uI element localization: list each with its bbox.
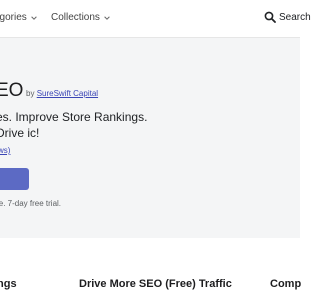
byline-prefix: by bbox=[26, 89, 35, 98]
nav-collections-dropdown[interactable]: Collections bbox=[51, 12, 111, 23]
feature-heading: Drive More SEO (Free) Traffic bbox=[79, 278, 232, 290]
nav-categories-dropdown[interactable]: egories bbox=[0, 12, 38, 23]
search-icon bbox=[264, 11, 276, 23]
app-tagline: es. Improve Store Rankings. Drive ic! bbox=[0, 110, 148, 140]
add-app-button[interactable] bbox=[0, 168, 29, 190]
top-navigation-bar: egories Collections Search bbox=[0, 0, 311, 38]
chevron-down-icon bbox=[31, 15, 37, 20]
developer-byline: by SureSwift Capital bbox=[26, 89, 98, 98]
nav-collections-label: Collections bbox=[51, 12, 100, 23]
chevron-down-icon bbox=[104, 15, 110, 20]
feature-highlights: ings Drive More SEO (Free) Traffic Comp bbox=[0, 238, 302, 300]
app-title: EO bbox=[0, 80, 24, 101]
search-label: Search bbox=[279, 11, 311, 23]
feature-heading: ings bbox=[0, 278, 17, 290]
feature-heading: Comp bbox=[270, 278, 302, 290]
nav-categories-label: egories bbox=[0, 12, 27, 23]
developer-link[interactable]: SureSwift Capital bbox=[37, 89, 98, 98]
app-hero: EO by SureSwift Capital es. Improve Stor… bbox=[0, 38, 300, 238]
pricing-note: le. 7-day free trial. bbox=[0, 199, 62, 208]
search-button[interactable]: Search bbox=[264, 11, 311, 23]
reviews-link[interactable]: ws) bbox=[0, 146, 10, 155]
